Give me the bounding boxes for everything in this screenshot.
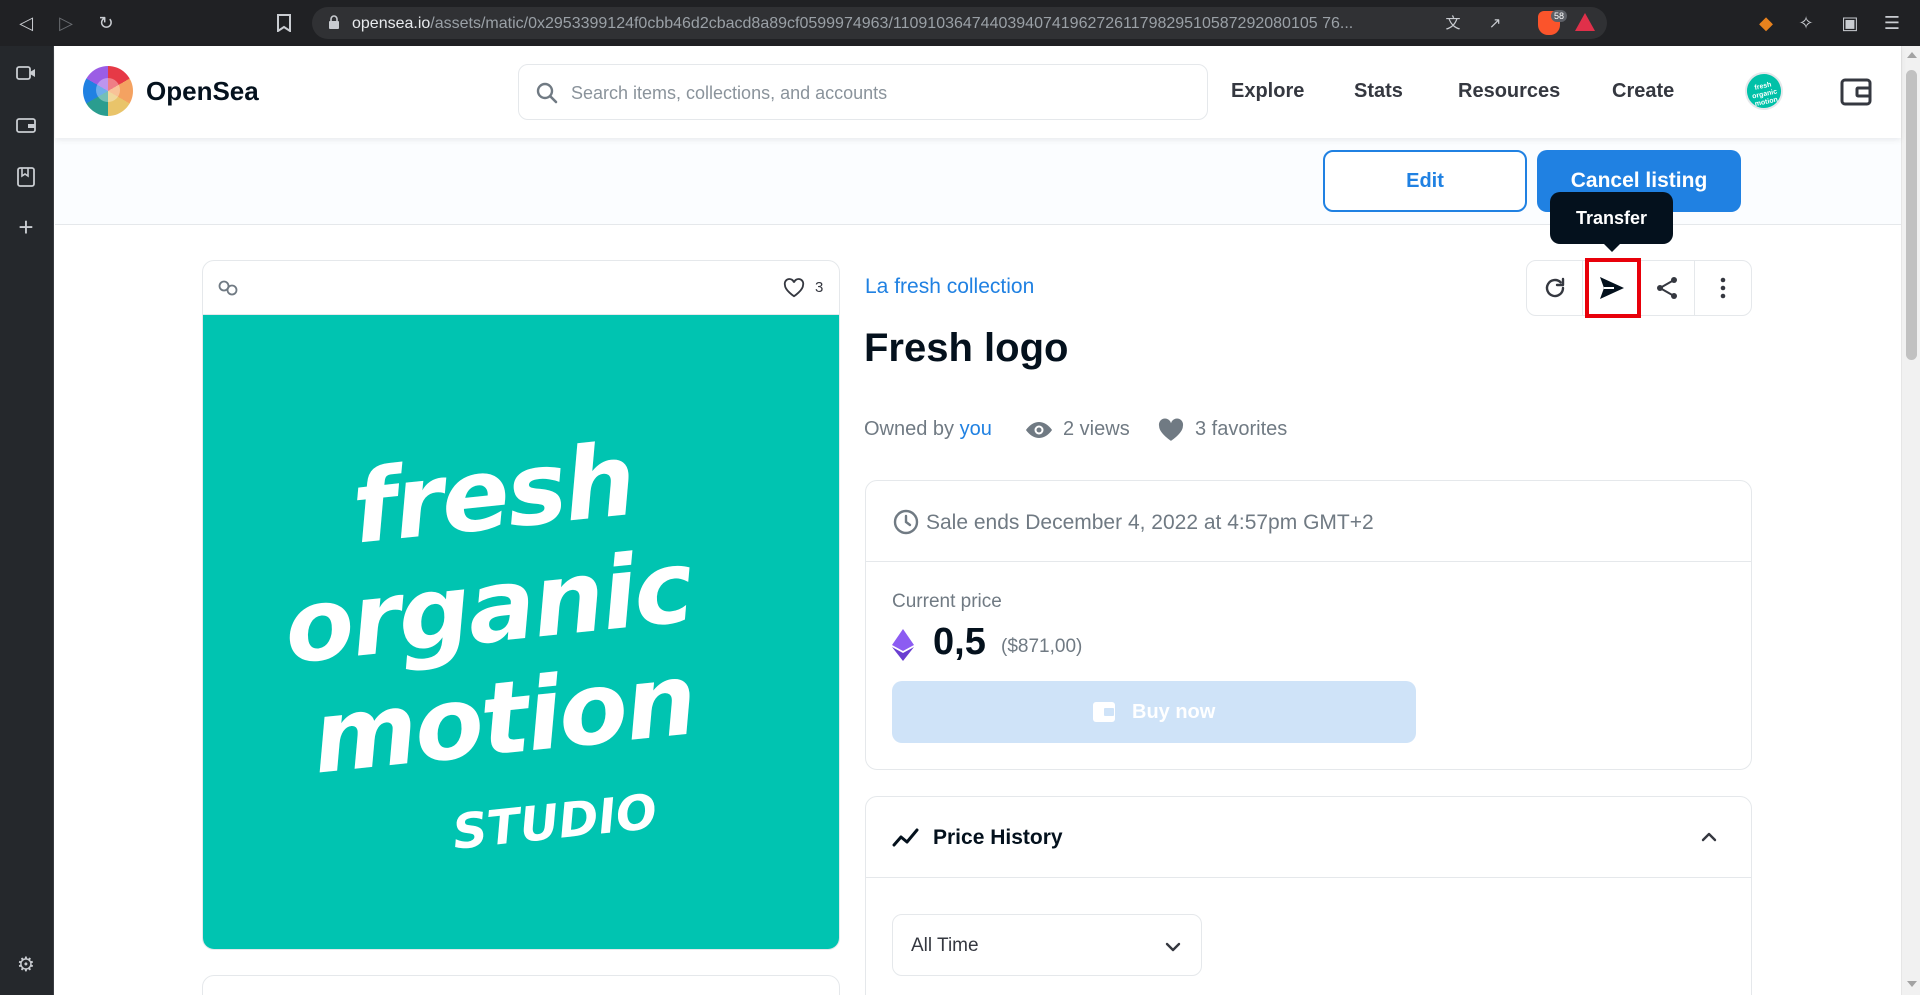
- opensea-logo-icon[interactable]: [83, 66, 133, 116]
- scrollbar-thumb[interactable]: [1906, 70, 1917, 360]
- time-range-value: All Time: [911, 935, 979, 956]
- favorites-count[interactable]: 3 favorites: [1195, 418, 1287, 441]
- favorite-heart-icon[interactable]: [783, 278, 805, 298]
- settings-gear-icon[interactable]: ⚙: [13, 952, 39, 978]
- send-transfer-icon: [1600, 277, 1624, 299]
- add-icon[interactable]: +: [13, 214, 39, 240]
- transfer-tooltip: Transfer: [1550, 192, 1673, 252]
- wallet-buy-icon: [1093, 702, 1115, 722]
- nav-create[interactable]: Create: [1612, 80, 1674, 103]
- url-text: opensea.io/assets/matic/0x2953399124f0cb…: [352, 15, 1354, 32]
- search-input[interactable]: [571, 79, 1181, 107]
- views-count: 2 views: [1063, 418, 1130, 440]
- artwork-text-studio: STUDIO: [450, 783, 660, 861]
- more-options-button[interactable]: [1695, 261, 1751, 315]
- nav-resources[interactable]: Resources: [1458, 80, 1560, 103]
- polygon-chain-icon: [218, 280, 238, 296]
- sale-ends-text: Sale ends December 4, 2022 at 4:57pm GMT…: [926, 511, 1374, 534]
- page-scrollbar[interactable]: [1901, 46, 1920, 995]
- share-page-icon[interactable]: ↗: [1484, 13, 1506, 35]
- bookmark-icon[interactable]: [270, 9, 298, 37]
- metamask-icon[interactable]: ◆: [1752, 9, 1780, 37]
- asset-title: Fresh logo: [864, 326, 1069, 370]
- buy-now-label: Buy now: [1132, 701, 1216, 723]
- eye-icon: [1026, 422, 1052, 438]
- refresh-icon: [1545, 277, 1565, 298]
- bookmarks-sidebar-icon[interactable]: [13, 164, 39, 190]
- share-button[interactable]: [1639, 261, 1695, 315]
- transfer-button[interactable]: [1583, 261, 1639, 315]
- share-icon: [1657, 277, 1677, 299]
- collection-link[interactable]: La fresh collection: [865, 275, 1034, 299]
- menu-icon[interactable]: ☰: [1878, 9, 1906, 37]
- owned-by-label: Owned by: [864, 418, 955, 440]
- favorite-count: 3: [815, 279, 824, 296]
- current-price: 0,5: [933, 621, 986, 663]
- reload-icon[interactable]: ↻: [92, 9, 120, 37]
- refresh-metadata-button[interactable]: [1527, 261, 1583, 315]
- video-icon[interactable]: [13, 60, 39, 86]
- asset-artwork[interactable]: fresh organic motion STUDIO: [203, 315, 839, 949]
- wallet-icon[interactable]: [1840, 78, 1872, 106]
- search-icon: [536, 82, 558, 104]
- owned-by: Owned by you: [864, 418, 992, 441]
- owner-link[interactable]: you: [960, 418, 992, 440]
- nav-stats[interactable]: Stats: [1354, 80, 1403, 103]
- asset-image-card: 3 fresh organic motion STUDIO: [202, 260, 840, 950]
- price-history-title: Price History: [933, 826, 1063, 849]
- more-vertical-icon: [1720, 277, 1726, 299]
- address-bar[interactable]: opensea.io/assets/matic/0x2953399124f0cb…: [312, 7, 1607, 39]
- time-range-select[interactable]: All Time: [892, 914, 1202, 976]
- nav-explore[interactable]: Explore: [1231, 80, 1304, 103]
- extensions-icon[interactable]: ✧: [1792, 9, 1820, 37]
- forward-icon[interactable]: ▷: [52, 9, 80, 37]
- site-header: OpenSea Explore Stats Resources Create f…: [55, 46, 1901, 138]
- scroll-up-arrow-icon[interactable]: [1907, 52, 1917, 58]
- back-icon[interactable]: ◁: [12, 9, 40, 37]
- favorites-heart-icon: [1158, 418, 1184, 441]
- rewards-icon[interactable]: [1575, 13, 1595, 31]
- description-card: [202, 975, 840, 995]
- image-card-header: 3: [203, 261, 839, 315]
- scroll-down-arrow-icon[interactable]: [1907, 981, 1917, 987]
- profile-avatar[interactable]: fresh organic motion: [1741, 68, 1787, 114]
- sale-card: Sale ends December 4, 2022 at 4:57pm GMT…: [865, 480, 1752, 770]
- browser-toolbar: ◁ ▷ ↻ opensea.io/assets/matic/0x29533991…: [0, 0, 1920, 46]
- wallet-browser-icon[interactable]: ▣: [1836, 9, 1864, 37]
- price-usd: ($871,00): [1001, 636, 1083, 657]
- search-box[interactable]: [518, 64, 1208, 120]
- current-price-label: Current price: [892, 591, 1002, 612]
- buy-now-button[interactable]: Buy now: [892, 681, 1416, 743]
- browser-sidebar: + ⚙: [0, 46, 54, 995]
- sale-end-row: Sale ends December 4, 2022 at 4:57pm GMT…: [866, 481, 1751, 562]
- brave-shield-count: 58: [1551, 10, 1568, 22]
- price-history-card: Price History All Time: [865, 796, 1752, 995]
- chevron-down-icon: [1165, 942, 1181, 952]
- wallet-sidebar-icon[interactable]: [13, 112, 39, 138]
- price-history-header[interactable]: Price History: [866, 797, 1751, 878]
- edit-button[interactable]: Edit: [1323, 150, 1527, 212]
- trend-line-icon: [892, 828, 919, 847]
- ethereum-icon: [892, 629, 914, 661]
- brand-name[interactable]: OpenSea: [146, 76, 259, 107]
- asset-action-icons: [1526, 260, 1752, 316]
- lock-icon: [329, 15, 339, 29]
- clock-icon: [893, 509, 919, 535]
- translate-icon[interactable]: 文: [1442, 13, 1464, 35]
- chevron-up-icon[interactable]: [1699, 827, 1719, 847]
